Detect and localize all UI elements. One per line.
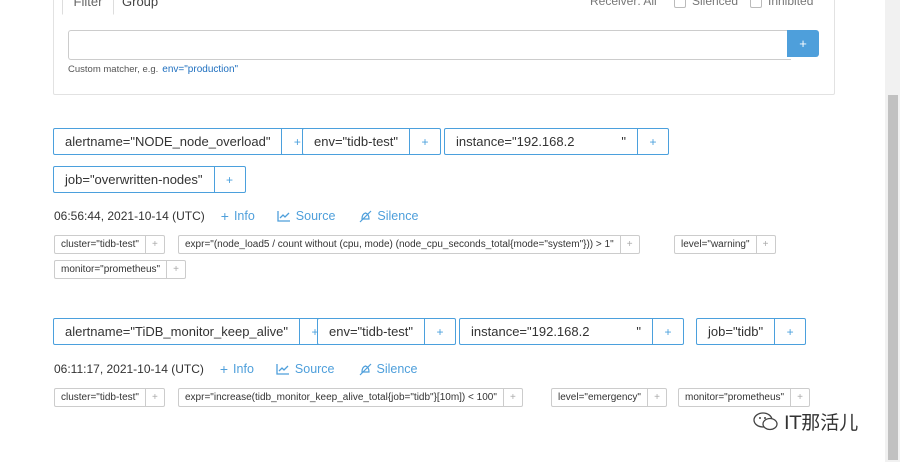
group-label-pill[interactable]: env="tidb-test" + [317, 318, 457, 345]
add-filter-button[interactable]: + [409, 129, 440, 154]
source-link[interactable]: Source [276, 362, 335, 376]
watermark: IT那活儿 [752, 408, 858, 435]
label-text: job="tidb" [708, 324, 764, 339]
chart-line-icon [277, 211, 290, 222]
chart-line-icon [276, 364, 289, 375]
annotation-pill[interactable]: expr="(node_load5 / count without (cpu, … [178, 235, 640, 254]
group-label-pill[interactable]: env="tidb-test" + [302, 128, 442, 155]
matcher-hint: Custom matcher, e.g. env="production" [68, 64, 238, 75]
bell-slash-icon [359, 210, 372, 222]
add-filter-button[interactable]: + [774, 319, 805, 344]
silenced-checkbox[interactable] [674, 0, 686, 8]
add-filter-button[interactable]: + [755, 236, 775, 253]
alert-timestamp: 06:11:17, 2021-10-14 (UTC) [54, 362, 204, 376]
add-filter-button[interactable]: + [213, 167, 245, 192]
inhibited-checkbox[interactable] [750, 0, 762, 8]
add-filter-button[interactable]: + [144, 236, 164, 253]
annotation-text: cluster="tidb-test" [61, 239, 139, 250]
alert-meta: 06:11:17, 2021-10-14 (UTC) + Info Source … [54, 361, 418, 377]
source-link[interactable]: Source [277, 209, 335, 223]
silenced-label: Silenced [692, 0, 739, 8]
matcher-input[interactable] [68, 30, 791, 60]
label-text: job="overwritten-nodes" [65, 172, 203, 187]
annotation-pill[interactable]: level="emergency" + [551, 388, 667, 407]
silence-button[interactable]: Silence [359, 362, 418, 376]
add-filter-button[interactable]: + [652, 319, 683, 344]
inhibited-label: Inhibited [768, 0, 814, 8]
add-filter-button[interactable]: + [619, 236, 639, 253]
annotation-text: level="warning" [681, 239, 750, 250]
annotation-text: monitor="prometheus" [685, 392, 785, 403]
hint-label: Custom matcher, e.g. [68, 64, 159, 75]
tab-filter[interactable]: Filter [62, 0, 114, 15]
add-filter-button[interactable]: + [166, 261, 185, 278]
label-text: instance="192.168.2 " [471, 324, 642, 339]
alert-timestamp: 06:56:44, 2021-10-14 (UTC) [54, 209, 205, 223]
plus-icon: + [219, 361, 229, 377]
group-label-pill[interactable]: alertname="TiDB_monitor_keep_alive" + [53, 318, 331, 345]
plus-icon: + [220, 208, 229, 224]
label-text: alertname="TiDB_monitor_keep_alive" [65, 324, 288, 339]
info-button[interactable]: + Info [221, 208, 255, 224]
annotation-pill[interactable]: expr="increase(tidb_monitor_keep_alive_t… [178, 388, 523, 407]
annotation-pill[interactable]: monitor="prometheus" + [54, 260, 187, 279]
group-label-pill[interactable]: instance="192.168.2 " + [444, 128, 670, 155]
label-text: instance="192.168.2 " [456, 134, 627, 149]
group-label-pill[interactable]: alertname="NODE_node_overload" + [53, 128, 314, 155]
add-filter-button[interactable]: + [424, 319, 455, 344]
watermark-text: IT那活儿 [784, 412, 859, 434]
alert-meta: 06:56:44, 2021-10-14 (UTC) + Info Source … [54, 208, 418, 224]
tab-group[interactable]: Group [122, 0, 158, 14]
wechat-icon [753, 411, 778, 430]
annotation-pill[interactable]: level="warning" + [674, 235, 776, 254]
group-label-pill[interactable]: job="tidb" + [696, 318, 807, 345]
annotation-pill[interactable]: cluster="tidb-test" + [54, 388, 165, 407]
add-filter-button[interactable]: + [502, 389, 522, 406]
annotation-text: expr="(node_load5 / count without (cpu, … [185, 239, 614, 250]
silenced-toggle[interactable]: Silenced [674, 0, 738, 8]
receiver-select[interactable]: Receiver: All [590, 0, 657, 8]
add-filter-button[interactable]: + [637, 129, 668, 154]
label-text: alertname="NODE_node_overload" [65, 134, 271, 149]
add-filter-button[interactable]: + [144, 389, 164, 406]
scrollbar-thumb[interactable] [888, 95, 898, 460]
label-text: env="tidb-test" [314, 134, 399, 149]
annotation-text: monitor="prometheus" [61, 264, 161, 275]
info-button[interactable]: + Info [220, 361, 254, 377]
group-label-pill[interactable]: instance="192.168.2 " + [459, 318, 685, 345]
label-text: env="tidb-test" [329, 324, 414, 339]
group-label-pill[interactable]: job="overwritten-nodes" + [53, 166, 246, 193]
annotation-text: cluster="tidb-test" [61, 392, 139, 403]
annotation-pill[interactable]: monitor="prometheus" + [678, 388, 811, 407]
bell-slash-icon [359, 363, 371, 375]
add-matcher-button[interactable]: + [787, 30, 819, 57]
add-filter-button[interactable]: + [790, 389, 809, 406]
annotation-pill[interactable]: cluster="tidb-test" + [54, 235, 165, 254]
annotation-text: expr="increase(tidb_monitor_keep_alive_t… [185, 392, 497, 403]
annotation-text: level="emergency" [558, 392, 641, 403]
inhibited-toggle[interactable]: Inhibited [750, 0, 813, 8]
add-filter-button[interactable]: + [646, 389, 666, 406]
hint-example: env="production" [162, 64, 239, 75]
silence-button[interactable]: Silence [359, 209, 418, 223]
